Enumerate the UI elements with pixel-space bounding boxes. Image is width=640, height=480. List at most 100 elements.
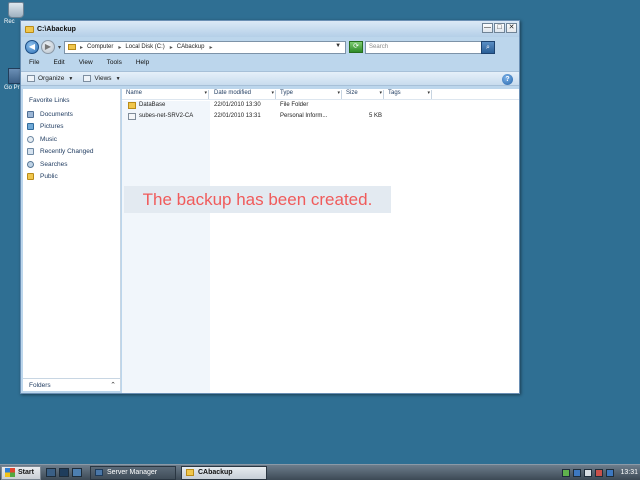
breadcrumb-separator: ▸ (169, 44, 173, 51)
server-manager-icon (94, 469, 103, 476)
column-header-type[interactable]: Type ▾ (278, 90, 342, 99)
forward-button[interactable]: ▶ (41, 40, 55, 54)
file-name: DataBase (139, 102, 166, 108)
column-header-tags[interactable]: Tags ▾ (386, 90, 432, 99)
action-center-icon[interactable] (606, 468, 615, 477)
recent-pages-dropdown[interactable]: ▾ (58, 44, 61, 51)
windows-logo-icon (5, 468, 15, 477)
search-icon[interactable]: ⌕ (481, 40, 496, 54)
close-button[interactable]: ✕ (506, 23, 517, 33)
minimize-button[interactable]: — (482, 23, 493, 33)
menu-bar: File Edit View Tools Help (29, 59, 163, 66)
nav-item-recently-changed[interactable]: Recently Changed (27, 146, 93, 159)
address-dropdown-icon[interactable]: ▼ (335, 43, 341, 49)
column-header-label: Tags (388, 90, 401, 96)
menu-file[interactable]: File (29, 59, 39, 66)
file-type: Personal Inform... (280, 113, 328, 119)
folder-icon (68, 44, 77, 50)
maximize-button[interactable]: □ (494, 23, 505, 33)
address-bar[interactable]: ▸ Computer ▸ Local Disk (C:) ▸ CAbackup … (64, 40, 347, 54)
nav-item-label: Pictures (40, 123, 64, 131)
chevron-down-icon[interactable]: ▾ (379, 90, 382, 96)
breadcrumb-local-disk[interactable]: Local Disk (C:) (125, 44, 164, 50)
menu-tools[interactable]: Tools (107, 59, 122, 66)
file-row[interactable]: DataBase 22/01/2010 13:30 File Folder (122, 101, 519, 112)
menu-view[interactable]: View (79, 59, 93, 66)
taskbar-button-server-manager[interactable]: Server Manager (89, 465, 176, 480)
folders-label: Folders (29, 381, 51, 389)
documents-icon (27, 110, 34, 118)
backup-created-message: The backup has been created. (124, 186, 391, 213)
column-header-label: Type (280, 90, 294, 96)
column-header-date[interactable]: Date modified ▾ (212, 90, 276, 99)
breadcrumb-cabackup[interactable]: CAbackup (177, 44, 205, 50)
network-icon[interactable] (573, 468, 582, 477)
certificate-file-icon (128, 113, 136, 120)
organize-label: Organize (38, 75, 65, 82)
server-manager-quick-icon[interactable] (45, 468, 56, 477)
title-bar[interactable]: C:\Abackup — □ ✕ (21, 21, 519, 37)
taskbar-button-cabackup[interactable]: CAbackup (180, 465, 267, 480)
chevron-down-icon[interactable]: ▾ (337, 90, 340, 96)
file-list: DataBase 22/01/2010 13:30 File Folder su… (122, 101, 519, 123)
nav-item-documents[interactable]: Documents (27, 108, 93, 121)
pictures-icon (27, 123, 34, 131)
start-button[interactable]: Start (1, 465, 41, 480)
search-placeholder: Search (369, 44, 389, 50)
search-input[interactable]: Search ⌕ (365, 40, 496, 54)
music-icon (27, 135, 34, 143)
column-headers: Name ▾ Date modified ▾ Type ▾ Size ▾ Tag… (122, 89, 519, 100)
nav-item-pictures[interactable]: Pictures (27, 121, 93, 134)
nav-item-label: Recently Changed (40, 148, 94, 156)
address-row: ◀ ▶ ▾ ▸ Computer ▸ Local Disk (C:) ▸ CAb… (25, 39, 517, 55)
folder-icon (185, 469, 194, 476)
nav-item-public[interactable]: Public (27, 171, 93, 184)
nav-item-label: Searches (40, 160, 68, 168)
organize-button[interactable]: Organize ▼ (27, 75, 73, 82)
help-button[interactable]: ? (502, 74, 513, 85)
start-label: Start (18, 469, 34, 476)
command-toolbar: Organize ▼ Views ▼ ? (21, 71, 519, 86)
file-size: 5 KB (369, 113, 383, 119)
back-button[interactable]: ◀ (25, 40, 39, 54)
window-title: C:\Abackup (37, 25, 76, 33)
navigation-pane: Favorite Links Documents Pictures Music … (23, 89, 121, 391)
command-prompt-quick-icon[interactable] (58, 468, 69, 477)
taskbar: Start Server Manager CAbackup 13:31 (0, 464, 640, 480)
chevron-down-icon[interactable]: ▾ (204, 90, 207, 96)
menu-edit[interactable]: Edit (53, 59, 64, 66)
nav-item-searches[interactable]: Searches (27, 158, 93, 171)
searches-icon (27, 160, 34, 168)
explorer-quick-icon[interactable] (71, 468, 82, 477)
breadcrumb-computer[interactable]: Computer (87, 44, 113, 50)
file-name: subes-net-SRV2-CA (139, 113, 194, 119)
file-row[interactable]: subes-net-SRV2-CA 22/01/2010 13:31 Perso… (122, 112, 519, 123)
column-header-size[interactable]: Size ▾ (344, 90, 384, 99)
views-button[interactable]: Views ▼ (83, 75, 121, 82)
clock[interactable]: 13:31 (620, 469, 638, 476)
file-type: File Folder (280, 102, 309, 108)
chevron-down-icon[interactable]: ▾ (427, 90, 430, 96)
chevron-down-icon: ▼ (115, 75, 121, 82)
task-label: CAbackup (197, 469, 233, 476)
views-icon (83, 75, 92, 82)
folder-icon (128, 102, 136, 109)
column-header-name[interactable]: Name ▾ (124, 90, 209, 99)
refresh-button[interactable]: ⟳ (349, 41, 364, 53)
chevron-up-icon: ⌃ (110, 382, 116, 389)
recycle-bin-icon (8, 2, 24, 18)
speaker-icon[interactable] (595, 468, 604, 477)
nav-item-music[interactable]: Music (27, 133, 93, 146)
tray-status-icon[interactable] (562, 468, 571, 477)
chevron-down-icon[interactable]: ▾ (271, 90, 274, 96)
organize-icon (27, 75, 35, 82)
menu-help[interactable]: Help (136, 59, 149, 66)
column-header-label: Date modified (214, 90, 252, 96)
favorite-links-list: Documents Pictures Music Recently Change… (27, 108, 93, 183)
column-header-label: Name (126, 90, 143, 96)
nav-item-label: Documents (40, 110, 73, 118)
security-icon[interactable] (584, 468, 593, 477)
folders-toggle[interactable]: Folders ⌃ (23, 378, 120, 391)
file-list-pane: Name ▾ Date modified ▾ Type ▾ Size ▾ Tag… (122, 89, 519, 393)
favorite-links-header: Favorite Links (29, 97, 70, 104)
